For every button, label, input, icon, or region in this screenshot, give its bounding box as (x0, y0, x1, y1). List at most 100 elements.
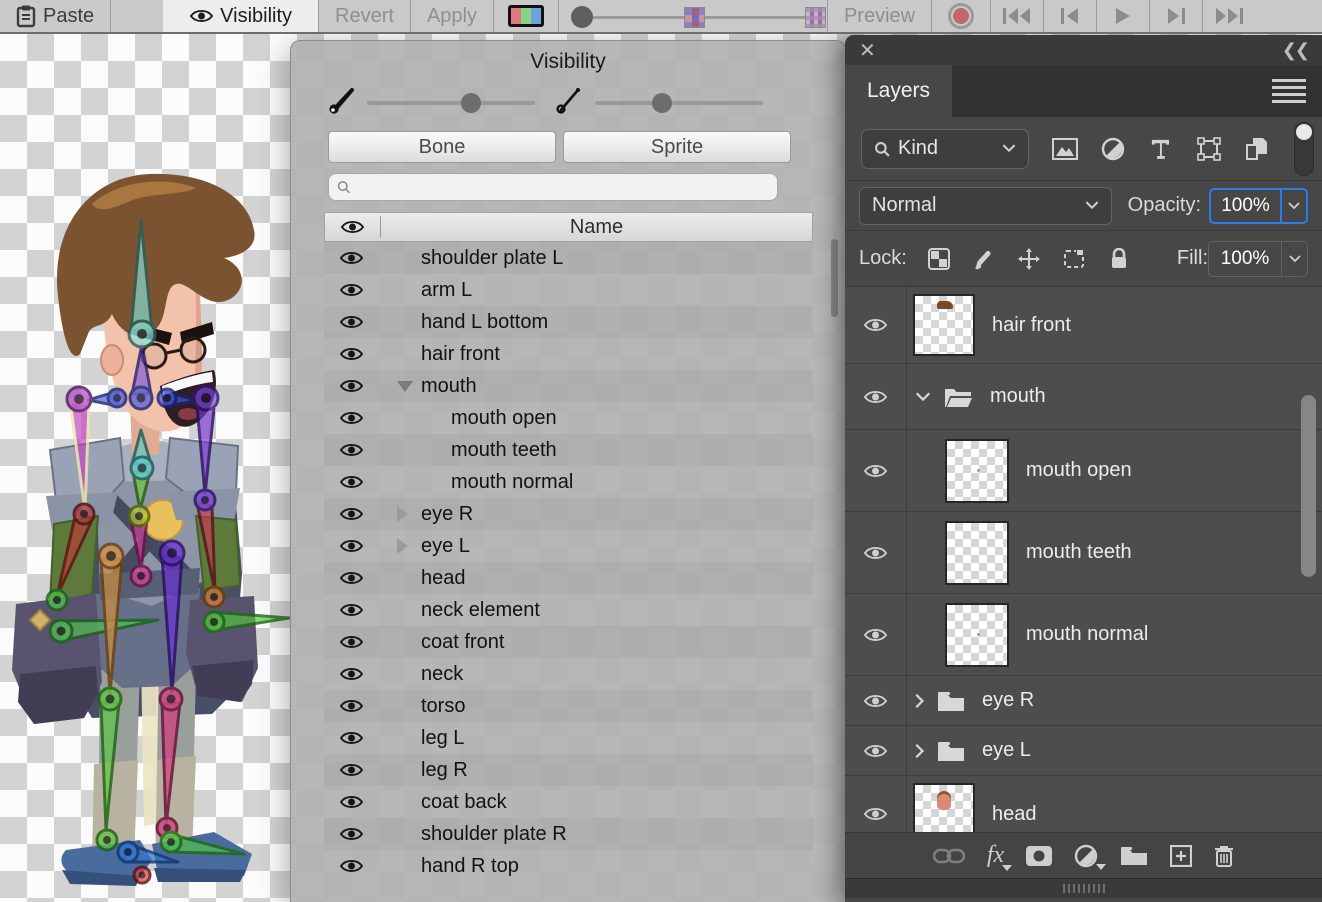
bone-opacity-slider[interactable] (367, 101, 535, 105)
layer-row[interactable]: mouth open (845, 430, 1322, 512)
collapse-triangle-icon[interactable] (397, 381, 413, 392)
toggle-layer-visibility-button[interactable] (845, 512, 907, 593)
toggle-layer-visibility-button[interactable] (845, 287, 907, 363)
layer-name[interactable]: head (992, 803, 1037, 826)
sprite-opacity-slider[interactable] (595, 101, 763, 105)
toggle-visibility-button[interactable] (324, 378, 379, 394)
revert-button[interactable]: Revert (319, 0, 410, 32)
onion-skin-swatch-far[interactable] (805, 7, 826, 28)
type-layer-filter-icon[interactable] (1137, 138, 1185, 160)
layer-row[interactable]: mouth teeth (845, 512, 1322, 594)
apply-button[interactable]: Apply (411, 0, 493, 32)
layer-row[interactable]: mouth normal (845, 594, 1322, 676)
bone-opacity-knob[interactable] (461, 93, 481, 113)
layer-thumbnail[interactable] (913, 783, 975, 832)
chevron-right-icon[interactable] (915, 743, 925, 759)
expand-triangle-icon[interactable] (397, 506, 408, 522)
tab-layers[interactable]: Layers (845, 65, 952, 117)
visibility-row[interactable]: shoulder plate L (324, 242, 813, 274)
toggle-visibility-button[interactable] (324, 250, 379, 266)
kind-filter-dropdown[interactable]: Kind (861, 129, 1029, 169)
close-icon[interactable]: ✕ (859, 38, 876, 63)
fill-dropdown-chevron[interactable] (1281, 242, 1307, 276)
visibility-row[interactable]: hand R top (324, 850, 813, 882)
onion-skin-swatch-near[interactable] (684, 7, 705, 28)
search-input[interactable] (356, 178, 769, 196)
chevron-right-icon[interactable] (915, 693, 925, 709)
panel-menu-icon[interactable] (1272, 79, 1306, 103)
chevron-down-icon[interactable] (915, 392, 931, 402)
toggle-visibility-button[interactable] (324, 442, 379, 458)
layer-name[interactable]: eye L (982, 739, 1031, 762)
pixel-layer-filter-icon[interactable] (1041, 138, 1089, 160)
toggle-visibility-button[interactable] (324, 858, 379, 874)
visibility-row[interactable]: eye R (324, 498, 813, 530)
toggle-visibility-button[interactable] (324, 346, 379, 362)
blend-mode-dropdown[interactable]: Normal (859, 187, 1112, 225)
visibility-row[interactable]: head (324, 562, 813, 594)
visibility-row[interactable]: hair front (324, 338, 813, 370)
toggle-visibility-button[interactable] (324, 314, 379, 330)
expand-triangle-icon[interactable] (397, 538, 408, 554)
lock-all-icon[interactable] (1097, 248, 1142, 270)
layer-row[interactable]: eye R (845, 676, 1322, 726)
visibility-row[interactable]: neck element (324, 594, 813, 626)
new-group-icon[interactable] (1120, 846, 1148, 866)
add-layer-mask-icon[interactable] (1026, 846, 1052, 866)
adjustment-layer-filter-icon[interactable] (1089, 137, 1137, 161)
layer-name[interactable]: mouth normal (1026, 623, 1148, 646)
toggle-visibility-button[interactable] (324, 826, 379, 842)
bone-mode-button[interactable]: Bone (328, 131, 556, 163)
toggle-visibility-button[interactable] (324, 794, 379, 810)
toggle-layer-visibility-button[interactable] (845, 726, 907, 775)
toggle-visibility-button[interactable] (324, 698, 379, 714)
toggle-visibility-button[interactable] (324, 282, 379, 298)
panel-resize-grip[interactable] (845, 878, 1322, 898)
eye-column-header[interactable] (325, 219, 380, 235)
sprite-mode-button[interactable]: Sprite (563, 131, 791, 163)
toggle-visibility-button[interactable] (324, 762, 379, 778)
visibility-row[interactable]: leg L (324, 722, 813, 754)
layer-name[interactable]: mouth (990, 385, 1046, 408)
smart-object-filter-icon[interactable] (1233, 137, 1281, 161)
toggle-visibility-button[interactable] (324, 666, 379, 682)
visibility-row[interactable]: shoulder plate R (324, 818, 813, 850)
toggle-layer-visibility-button[interactable] (845, 430, 907, 511)
previous-frame-button[interactable] (1044, 0, 1096, 32)
layer-row[interactable]: eye L (845, 726, 1322, 776)
visibility-row[interactable]: eye L (324, 530, 813, 562)
fill-value[interactable]: 100% (1209, 242, 1281, 276)
new-adjustment-layer-icon[interactable] (1074, 844, 1098, 868)
toggle-visibility-button[interactable] (324, 730, 379, 746)
skip-to-end-button[interactable] (1203, 0, 1255, 32)
visibility-row[interactable]: hand L bottom (324, 306, 813, 338)
layer-thumbnail[interactable] (945, 521, 1009, 585)
visibility-row[interactable]: arm L (324, 274, 813, 306)
collapse-panel-icon[interactable]: ❮❮ (1282, 40, 1308, 61)
visibility-row[interactable]: neck (324, 658, 813, 690)
paste-button[interactable]: Paste (0, 0, 110, 32)
layer-thumbnail[interactable] (945, 439, 1009, 503)
next-frame-button[interactable] (1150, 0, 1202, 32)
toggle-visibility-button[interactable] (324, 506, 379, 522)
delete-layer-icon[interactable] (1214, 845, 1234, 867)
visibility-row[interactable]: torso (324, 690, 813, 722)
toggle-layer-visibility-button[interactable] (845, 364, 907, 429)
opacity-dropdown-chevron[interactable] (1280, 190, 1306, 222)
fill-field[interactable]: 100% (1208, 241, 1308, 277)
layer-name[interactable]: mouth open (1026, 459, 1132, 482)
sprite-opacity-knob[interactable] (652, 93, 672, 113)
lock-transparent-pixels-icon[interactable] (917, 248, 962, 270)
play-button[interactable] (1097, 0, 1149, 32)
layer-name[interactable]: eye R (982, 689, 1034, 712)
visibility-row[interactable]: mouth normal (324, 466, 813, 498)
visibility-row[interactable]: coat front (324, 626, 813, 658)
shape-layer-filter-icon[interactable] (1185, 137, 1233, 161)
visibility-row[interactable]: mouth open (324, 402, 813, 434)
preview-button[interactable]: Preview (828, 0, 931, 32)
layer-row[interactable]: mouth (845, 364, 1322, 430)
skip-to-start-button[interactable] (991, 0, 1043, 32)
visibility-list-scrollbar[interactable] (831, 239, 838, 317)
opacity-field[interactable]: 100% (1209, 188, 1308, 224)
opacity-value[interactable]: 100% (1211, 190, 1280, 222)
